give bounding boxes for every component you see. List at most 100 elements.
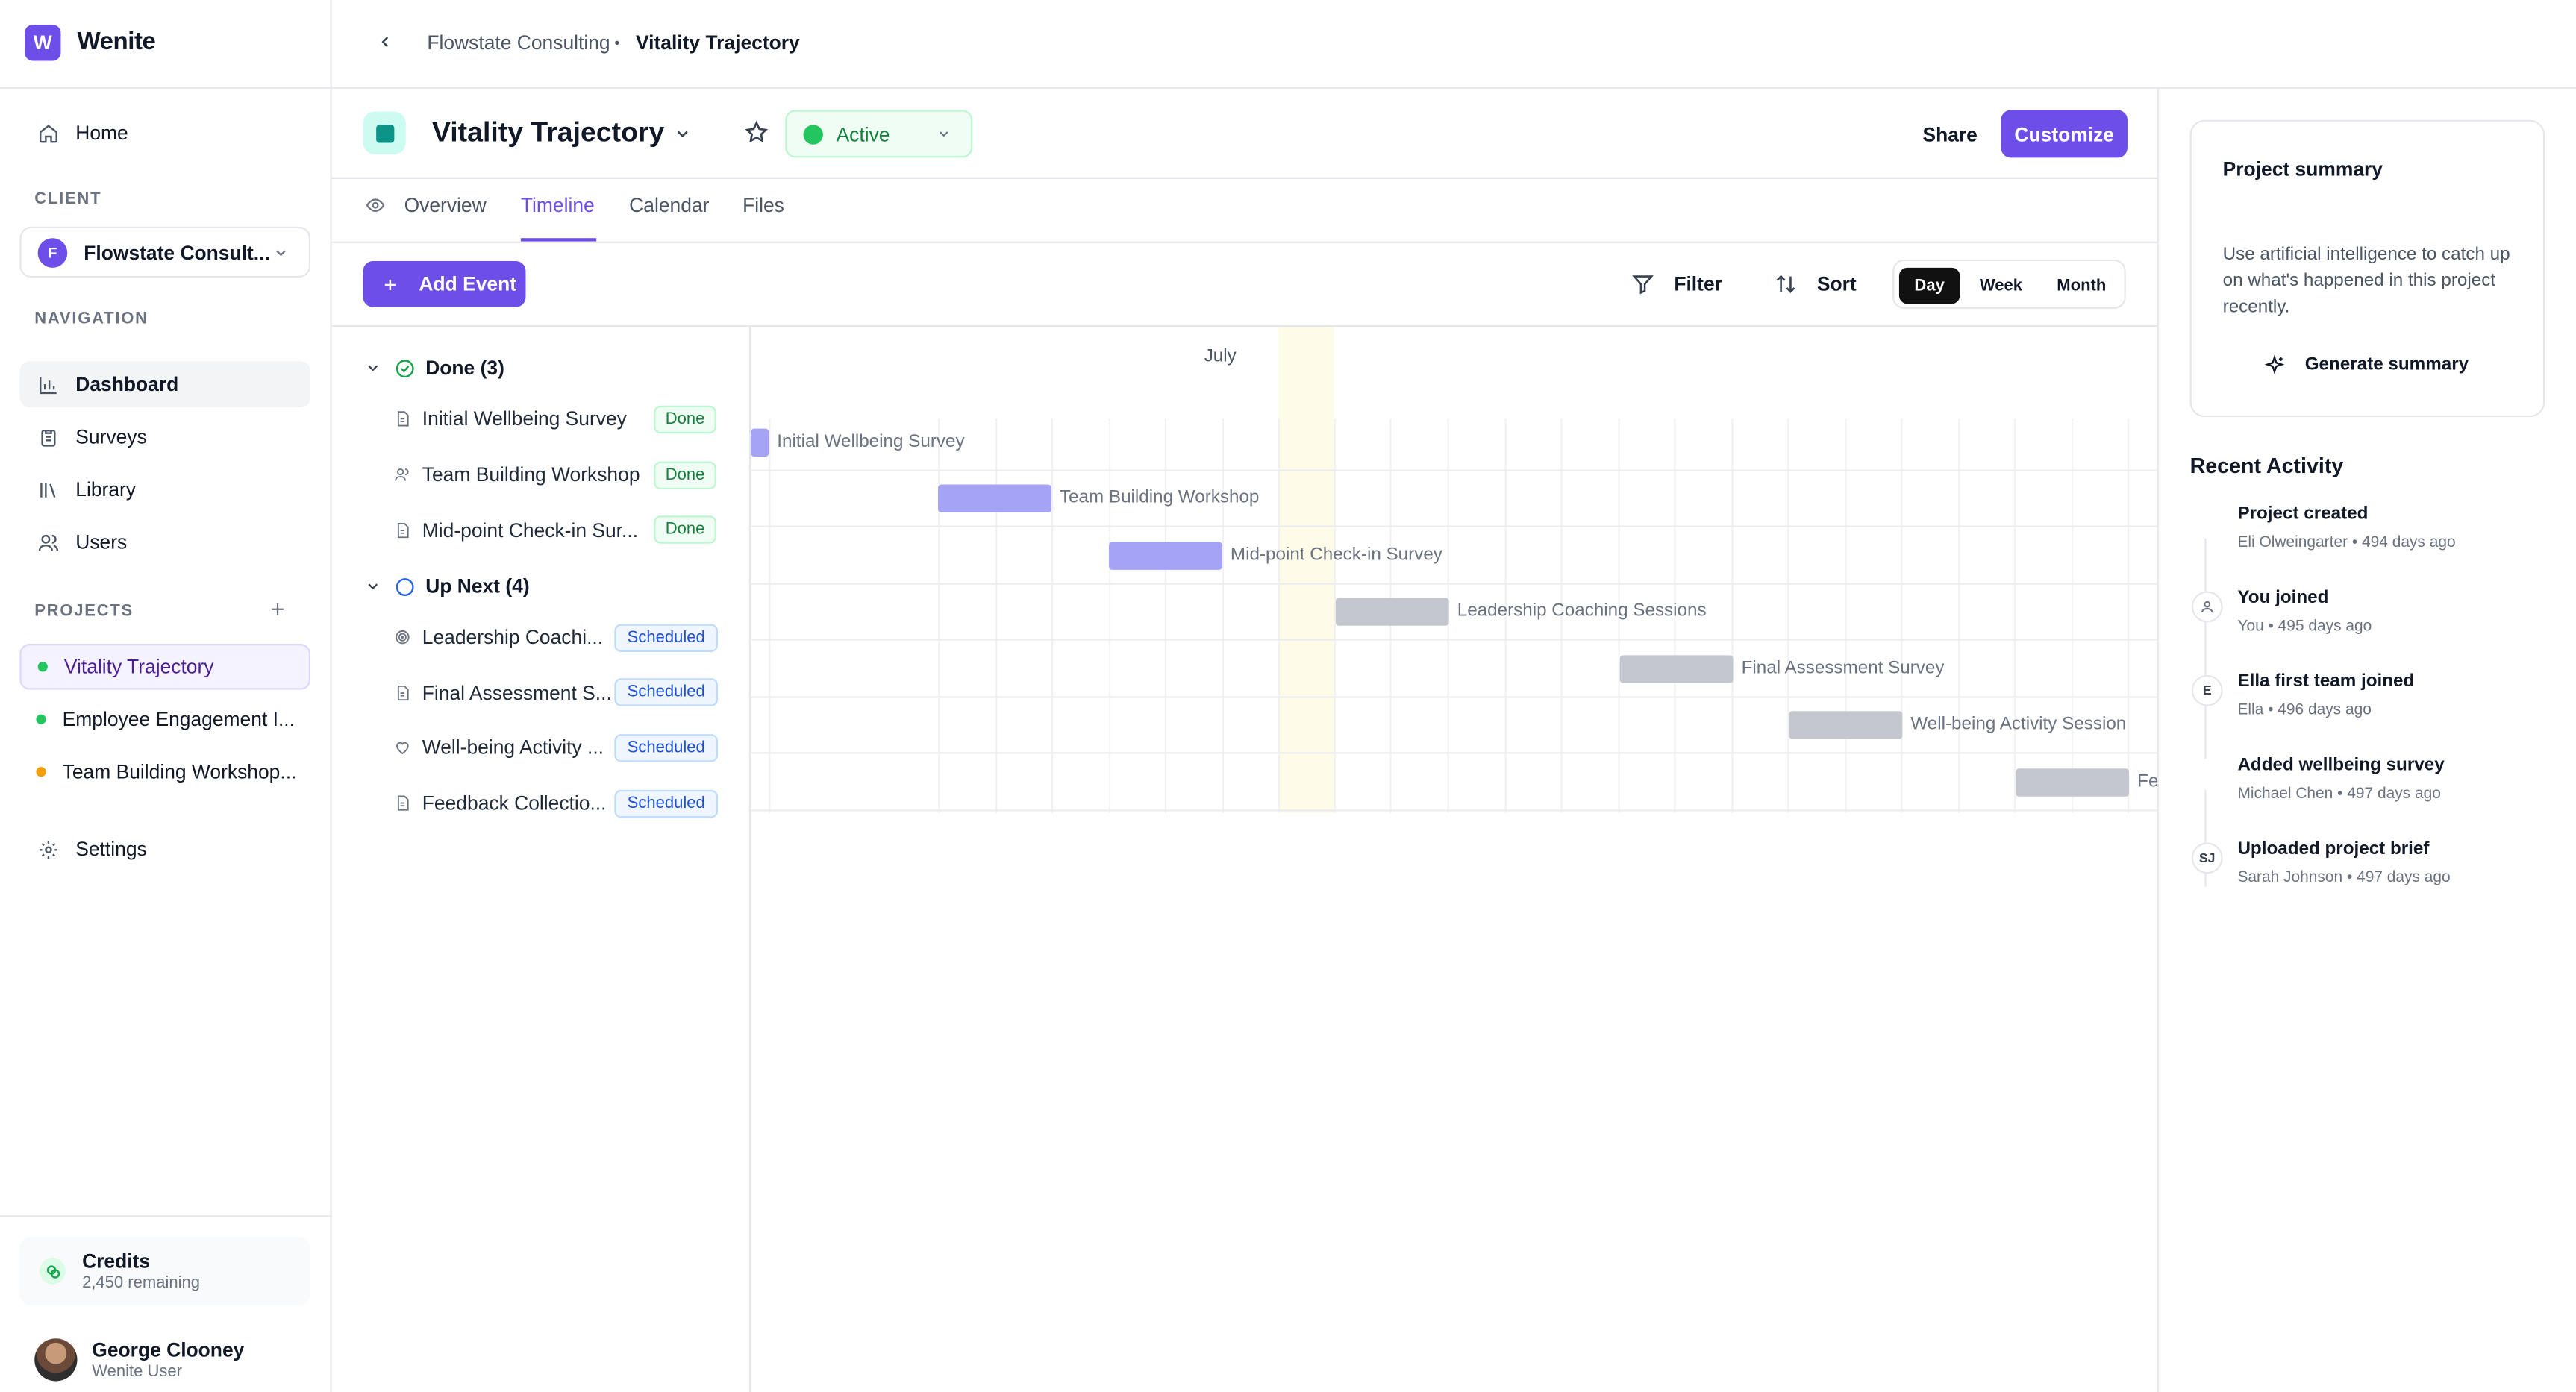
client-section-label: CLIENT xyxy=(34,190,102,209)
timeline-event-bar[interactable] xyxy=(1109,542,1222,570)
tab-files[interactable]: Files xyxy=(743,194,784,217)
view-switcher: Day Week Month xyxy=(1892,259,2126,309)
event-row[interactable]: Mid-point Check-in Sur... xyxy=(394,514,638,547)
event-row[interactable]: Feedback Collectio... xyxy=(394,787,606,820)
event-row[interactable]: Leadership Coachi... xyxy=(394,621,603,653)
sidebar-item-home[interactable]: Home xyxy=(19,110,310,157)
timeline-event-label: Fe xyxy=(2137,771,2157,792)
sidebar-project-team-building-workshop[interactable]: Team Building Workshop... xyxy=(19,749,310,795)
title-chevron-down-icon[interactable] xyxy=(674,125,692,142)
user-avatar[interactable] xyxy=(34,1338,78,1382)
status-badge: Scheduled xyxy=(614,678,719,706)
chevron-down-icon xyxy=(272,245,289,261)
project-label: Team Building Workshop... xyxy=(62,760,297,784)
tab-calendar[interactable]: Calendar xyxy=(629,194,709,217)
right-panel-divider xyxy=(2157,88,2159,1392)
event-row[interactable]: Final Assessment S... xyxy=(394,677,612,709)
timeline-event-bar[interactable] xyxy=(1789,711,1903,739)
event-row[interactable]: Well-being Activity ... xyxy=(394,731,604,764)
view-week-button[interactable]: Week xyxy=(1966,268,2035,304)
back-arrow-icon[interactable] xyxy=(376,33,394,51)
sidebar-item-settings[interactable]: Settings xyxy=(19,826,310,872)
users-icon xyxy=(394,466,410,483)
group-upnext-header[interactable]: Up Next (4) xyxy=(365,575,530,598)
sidebar-item-label: Home xyxy=(75,121,128,145)
share-button[interactable]: Share xyxy=(1909,112,1991,156)
sidebar-item-label: Surveys xyxy=(75,425,147,449)
event-label: Final Assessment S... xyxy=(422,681,612,705)
activity-avatar xyxy=(2191,507,2223,539)
circle-icon xyxy=(394,576,416,598)
sidebar-item-users[interactable]: Users xyxy=(19,519,310,565)
timeline-event-bar[interactable] xyxy=(1335,598,1449,626)
timeline-grid[interactable]: July Initial Wellbeing Survey Team Buildi… xyxy=(751,327,2157,813)
sidebar-project-vitality-trajectory[interactable]: Vitality Trajectory xyxy=(19,643,311,690)
timeline-row-divider xyxy=(751,469,2157,471)
credits-icon xyxy=(39,1258,66,1285)
app-logo[interactable]: W xyxy=(25,25,61,61)
timeline-event-label: Initial Wellbeing Survey xyxy=(777,431,965,452)
activity-title: Added wellbeing survey xyxy=(2237,755,2445,776)
breadcrumb-separator: • xyxy=(614,34,620,51)
event-label: Team Building Workshop xyxy=(422,463,640,486)
client-avatar: F xyxy=(37,237,68,267)
home-icon xyxy=(36,122,59,145)
sidebar-item-library[interactable]: Library xyxy=(19,466,310,512)
timeline-event-label: Mid-point Check-in Survey xyxy=(1230,545,1442,565)
eye-icon xyxy=(365,195,387,215)
view-day-button[interactable]: Day xyxy=(1898,267,1960,304)
document-icon xyxy=(394,795,410,812)
star-icon[interactable] xyxy=(744,120,769,145)
client-name: Flowstate Consult... xyxy=(84,240,270,264)
add-event-button[interactable]: Add Event xyxy=(363,261,526,307)
sidebar-item-label: Settings xyxy=(75,837,147,861)
generate-summary-button[interactable]: Generate summary xyxy=(2264,350,2469,380)
view-month-button[interactable]: Month xyxy=(2044,268,2119,304)
status-badge: Scheduled xyxy=(614,789,719,818)
filter-button[interactable]: Filter xyxy=(1631,268,1722,301)
timeline-event-bar[interactable] xyxy=(938,484,1051,512)
event-row[interactable]: Initial Wellbeing Survey xyxy=(394,402,627,435)
activity-title: Uploaded project brief xyxy=(2237,838,2430,859)
document-icon xyxy=(394,522,410,539)
status-dropdown[interactable]: Active xyxy=(785,110,973,158)
status-label: Active xyxy=(836,122,890,145)
sidebar-item-dashboard[interactable]: Dashboard xyxy=(19,361,311,407)
timeline-row-divider xyxy=(751,752,2157,754)
status-badge: Done xyxy=(654,461,716,490)
status-badge: Scheduled xyxy=(614,624,719,652)
activity-meta: Sarah Johnson • 497 days ago xyxy=(2237,868,2451,887)
sidebar-project-employee-engagement[interactable]: Employee Engagement I... xyxy=(19,696,310,742)
event-row[interactable]: Team Building Workshop xyxy=(394,458,640,491)
project-status-dot xyxy=(36,714,46,724)
group-done-header[interactable]: Done (3) xyxy=(365,357,504,380)
timeline-event-bar[interactable] xyxy=(2016,768,2130,797)
generate-summary-label: Generate summary xyxy=(2304,354,2469,374)
event-label: Well-being Activity ... xyxy=(422,736,604,759)
page-title: Vitality Trajectory xyxy=(431,116,665,148)
project-status-dot xyxy=(37,662,48,672)
timeline-event-bar[interactable] xyxy=(751,428,769,457)
timeline-event-bar[interactable] xyxy=(1619,655,1734,683)
customize-button[interactable]: Customize xyxy=(2001,110,2128,158)
heart-icon xyxy=(394,739,410,756)
user-role: Wenite User xyxy=(92,1363,183,1382)
projects-section-label: PROJECTS xyxy=(34,602,134,621)
timeline-row-divider xyxy=(751,525,2157,527)
status-badge: Done xyxy=(654,405,716,434)
breadcrumb-parent[interactable]: Flowstate Consulting xyxy=(427,31,610,54)
credits-card[interactable]: Credits 2,450 remaining xyxy=(19,1236,311,1306)
tab-timeline[interactable]: Timeline xyxy=(521,194,595,217)
chevron-down-icon xyxy=(937,127,951,142)
client-select[interactable]: F Flowstate Consult... xyxy=(19,226,311,278)
sidebar-item-label: Users xyxy=(75,530,128,554)
tabs-divider xyxy=(331,241,2159,243)
status-badge: Scheduled xyxy=(614,734,719,762)
sort-label: Sort xyxy=(1816,272,1857,296)
sort-button[interactable]: Sort xyxy=(1775,268,1857,301)
timeline-month-label: July xyxy=(1204,346,1237,366)
add-project-icon[interactable] xyxy=(268,600,287,619)
tab-overview[interactable]: Overview xyxy=(404,194,487,217)
user-icon xyxy=(2191,591,2223,623)
sidebar-item-surveys[interactable]: Surveys xyxy=(19,414,310,460)
